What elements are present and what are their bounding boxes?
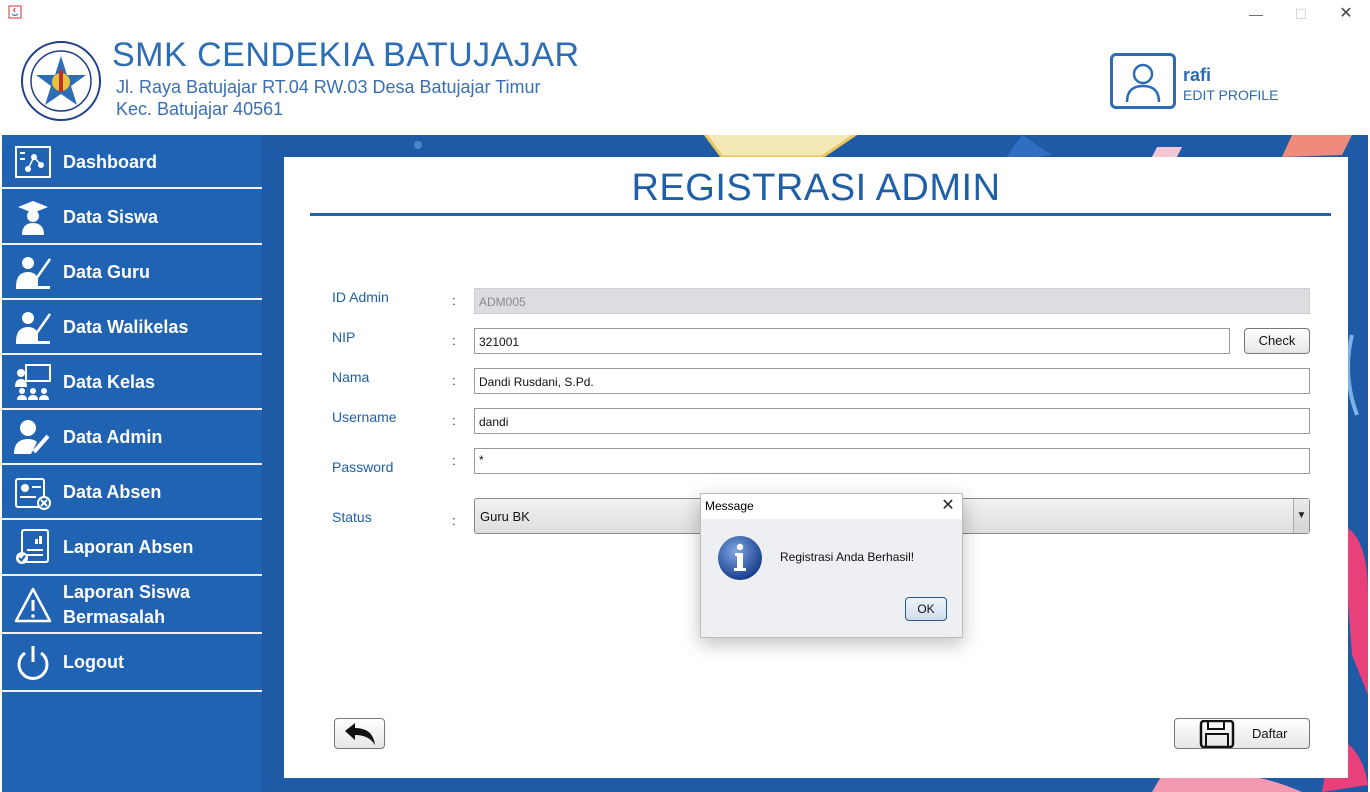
id-admin-field: ADM005 [474, 288, 1310, 314]
nama-colon: : [452, 373, 456, 388]
back-button[interactable] [334, 718, 385, 749]
daftar-button[interactable]: Daftar [1174, 718, 1310, 749]
sidebar-item-label: Data Absen [63, 482, 162, 502]
password-label: Password [332, 459, 394, 475]
sidebar-item-laporan-siswa-bermasalah[interactable]: Laporan Siswa Bermasalah [2, 576, 262, 634]
sidebar-item-label: Data Walikelas [63, 317, 189, 337]
sidebar-item-label-line-1: Laporan Siswa [63, 582, 191, 602]
sidebar-item-label: Data Siswa [63, 207, 159, 227]
page-title: REGISTRASI ADMIN [631, 167, 1001, 209]
sidebar-item-data-siswa[interactable]: Data Siswa [2, 190, 262, 245]
app-header: SMK CENDEKIA BATUJAJAR Jl. Raya Batujaja… [2, 28, 1368, 135]
registration-form-panel: REGISTRASI ADMIN ID Admin : ADM005 NIP :… [284, 157, 1348, 778]
check-button[interactable]: Check [1244, 328, 1310, 354]
nip-label: NIP [332, 329, 356, 345]
sidebar-item-data-admin[interactable]: Data Admin [2, 410, 262, 465]
address-line-1: Jl. Raya Batujajar RT.04 RW.03 Desa Batu… [116, 77, 541, 97]
dialog-close-icon[interactable]: ✕ [939, 497, 957, 515]
sidebar-item-label-line-2: Bermasalah [63, 607, 166, 627]
school-logo [21, 41, 101, 121]
homeroom-teacher-icon [16, 312, 52, 344]
maximize-button[interactable]: ☐ [1289, 4, 1313, 24]
username-label: Username [332, 409, 397, 425]
chevron-down-icon[interactable]: ▼ [1293, 499, 1309, 533]
sidebar-item-label: Laporan Absen [63, 537, 194, 557]
nip-input[interactable]: 321001 [474, 328, 1230, 354]
back-arrow-icon [345, 723, 375, 745]
username-colon: : [452, 413, 456, 428]
message-dialog: Message ✕ Registrasi Anda Berhasil! OK [700, 493, 963, 638]
sidebar-item-label: Laporan Siswa Bermasalah [63, 580, 190, 630]
sidebar-item-dashboard[interactable]: Dashboard [2, 135, 262, 189]
java-icon [8, 5, 22, 19]
password-colon: : [452, 453, 456, 468]
dialog-title: Message [705, 499, 754, 513]
id-admin-label: ID Admin [332, 289, 389, 305]
sidebar-item-label: Dashboard [63, 152, 158, 172]
edit-profile-link[interactable]: EDIT PROFILE [1183, 87, 1278, 103]
dialog-titlebar: Message ✕ [701, 494, 962, 519]
student-icon [18, 201, 48, 235]
sidebar-item-label: Data Admin [63, 427, 163, 447]
attendance-icon [15, 478, 51, 510]
ok-button[interactable]: OK [905, 597, 947, 621]
classroom-icon [15, 364, 51, 400]
dialog-message: Registrasi Anda Berhasil! [780, 550, 915, 564]
title-divider [310, 213, 1331, 216]
sidebar: Dashboard Data Siswa Data Guru Data Wali… [2, 135, 262, 792]
sidebar-item-data-walikelas[interactable]: Data Walikelas [2, 300, 262, 355]
teacher-icon [16, 257, 52, 289]
username-input[interactable]: dandi [474, 408, 1310, 434]
report-icon [16, 529, 49, 564]
status-label: Status [332, 509, 372, 525]
dashboard-icon [15, 146, 51, 178]
admin-icon [14, 420, 50, 454]
info-icon [718, 536, 762, 580]
status-selected-value: Guru BK [480, 509, 530, 524]
sidebar-item-data-absen[interactable]: Data Absen [2, 465, 262, 520]
sidebar-item-data-kelas[interactable]: Data Kelas [2, 355, 262, 410]
close-window-button[interactable]: ✕ [1334, 4, 1358, 24]
profile-avatar-button[interactable] [1110, 53, 1176, 109]
power-icon [17, 646, 49, 680]
save-icon [1199, 720, 1235, 748]
school-name: SMK CENDEKIA BATUJAJAR [112, 36, 580, 74]
warning-icon [14, 587, 52, 623]
address-line-2: Kec. Batujajar 40561 [116, 99, 284, 119]
sidebar-item-laporan-absen[interactable]: Laporan Absen [2, 520, 262, 576]
status-colon: : [452, 513, 456, 528]
sidebar-item-data-guru[interactable]: Data Guru [2, 245, 262, 300]
sidebar-item-label: Data Kelas [63, 372, 156, 392]
school-address: Jl. Raya Batujajar RT.04 RW.03 Desa Batu… [116, 76, 541, 120]
window-titlebar: — ☐ ✕ [0, 0, 1370, 28]
password-input[interactable]: * [474, 448, 1310, 474]
sidebar-item-logout[interactable]: Logout [2, 634, 262, 692]
nama-input[interactable]: Dandi Rusdani, S.Pd. [474, 368, 1310, 394]
user-icon [1125, 63, 1161, 103]
profile-username[interactable]: rafi [1183, 65, 1211, 86]
nip-colon: : [452, 333, 456, 348]
sidebar-item-label: Data Guru [63, 262, 151, 282]
daftar-button-label: Daftar [1252, 726, 1288, 741]
minimize-button[interactable]: — [1244, 4, 1268, 24]
id-admin-colon: : [452, 293, 456, 308]
sidebar-item-label: Logout [63, 652, 124, 672]
nama-label: Nama [332, 369, 370, 385]
